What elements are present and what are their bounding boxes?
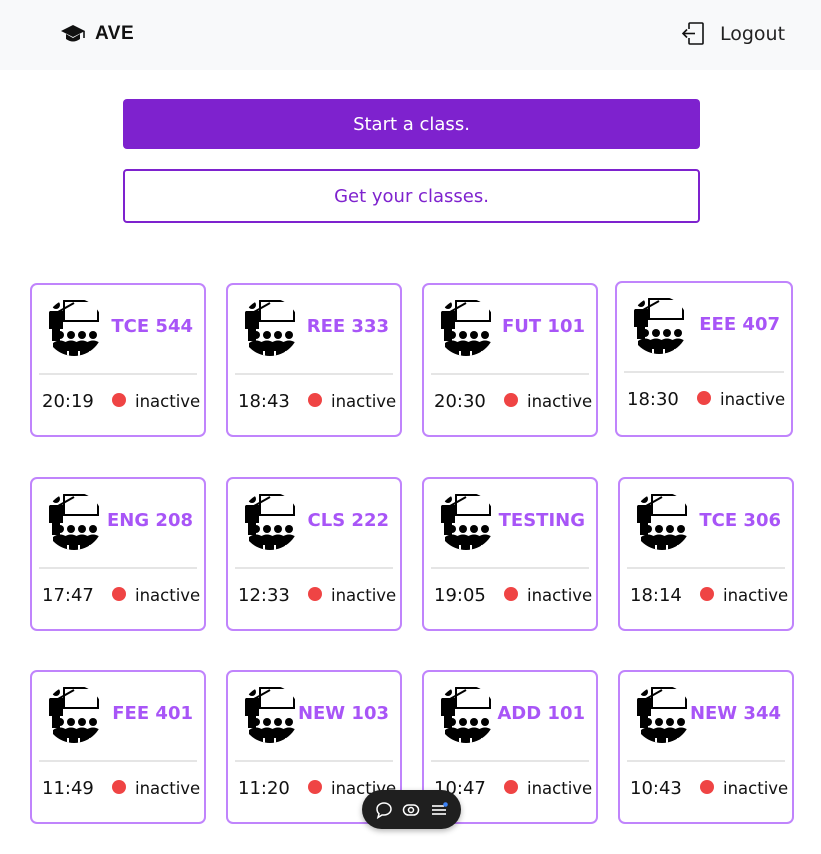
class-time: 18:14 [630,585,682,606]
class-status: inactive [527,392,593,411]
class-status: inactive [720,390,786,409]
class-code: FUT 101 [501,316,585,337]
start-class-button[interactable]: Start a class. [123,99,700,149]
presentation-icon [44,297,104,357]
presentation-icon [240,684,300,744]
class-code: TESTING [498,510,585,531]
get-classes-button[interactable]: Get your classes. [123,169,700,223]
card-divider [431,567,589,569]
card-divider [431,373,589,375]
class-code: REE 333 [306,316,389,337]
brand[interactable]: AVE [60,20,134,48]
presentation-icon [44,491,104,551]
status-dot [112,393,126,407]
class-card[interactable]: FUT 101 20:30 inactive [422,283,598,437]
chat-icon[interactable] [374,800,394,820]
card-divider [431,760,589,762]
status-dot [308,780,322,794]
class-time: 18:43 [238,391,290,412]
logout-button[interactable]: Logout [681,21,785,46]
class-code: ENG 208 [107,510,193,531]
class-card[interactable]: TCE 544 20:19 inactive [30,283,206,437]
class-time: 20:30 [434,391,486,412]
presentation-icon [436,297,496,357]
class-time: 11:20 [238,778,290,799]
logout-icon [681,21,705,46]
class-card[interactable]: FEE 401 11:49 inactive [30,670,206,824]
class-card[interactable]: EEE 407 18:30 inactive [615,281,793,437]
class-status: inactive [331,392,397,411]
class-status: inactive [135,586,201,605]
class-code: NEW 344 [689,703,781,724]
status-dot [504,780,518,794]
status-dot [112,587,126,601]
class-status: inactive [527,779,593,798]
card-divider [627,760,785,762]
status-dot [112,780,126,794]
presentation-icon [632,684,692,744]
brand-name: AVE [95,23,135,44]
class-code: NEW 103 [297,703,389,724]
class-code: EEE 407 [699,314,780,335]
class-status: inactive [723,779,789,798]
presentation-icon [632,491,692,551]
card-divider [235,373,393,375]
presentation-icon [629,295,689,355]
class-card[interactable]: TESTING 19:05 inactive [422,477,598,631]
card-divider [235,760,393,762]
class-card[interactable]: CLS 222 12:33 inactive [226,477,402,631]
card-divider [627,567,785,569]
class-card[interactable]: NEW 344 10:43 inactive [618,670,794,824]
class-status: inactive [527,586,593,605]
class-time: 10:43 [630,778,682,799]
class-time: 20:19 [42,391,94,412]
class-code: TCE 306 [699,510,781,531]
class-time: 18:30 [627,389,679,410]
class-card[interactable]: REE 333 18:43 inactive [226,283,402,437]
floating-toolbar [362,790,461,829]
class-code: ADD 101 [497,703,585,724]
status-dot [700,780,714,794]
presentation-icon [240,491,300,551]
class-code: FEE 401 [112,703,193,724]
card-divider [39,567,197,569]
eye-icon[interactable] [401,800,421,820]
status-dot [308,393,322,407]
status-dot [308,587,322,601]
presentation-icon [436,491,496,551]
status-dot [697,391,711,405]
class-time: 17:47 [42,585,94,606]
navbar: AVE Logout [0,0,821,70]
card-divider [624,371,784,373]
status-dot [504,587,518,601]
presentation-icon [44,684,104,744]
menu-icon[interactable] [429,800,449,820]
class-status: inactive [135,392,201,411]
class-card[interactable]: ENG 208 17:47 inactive [30,477,206,631]
card-divider [39,760,197,762]
class-code: CLS 222 [307,510,389,531]
graduation-cap-icon [60,23,86,45]
class-status: inactive [135,779,201,798]
presentation-icon [436,684,496,744]
class-time: 12:33 [238,585,290,606]
presentation-icon [240,297,300,357]
status-dot [504,393,518,407]
card-divider [39,373,197,375]
class-card[interactable]: TCE 306 18:14 inactive [618,477,794,631]
class-status: inactive [331,586,397,605]
class-time: 11:49 [42,778,94,799]
class-status: inactive [723,586,789,605]
class-time: 19:05 [434,585,486,606]
card-divider [235,567,393,569]
class-code: TCE 544 [111,316,193,337]
status-dot [700,587,714,601]
logout-label: Logout [720,22,786,45]
